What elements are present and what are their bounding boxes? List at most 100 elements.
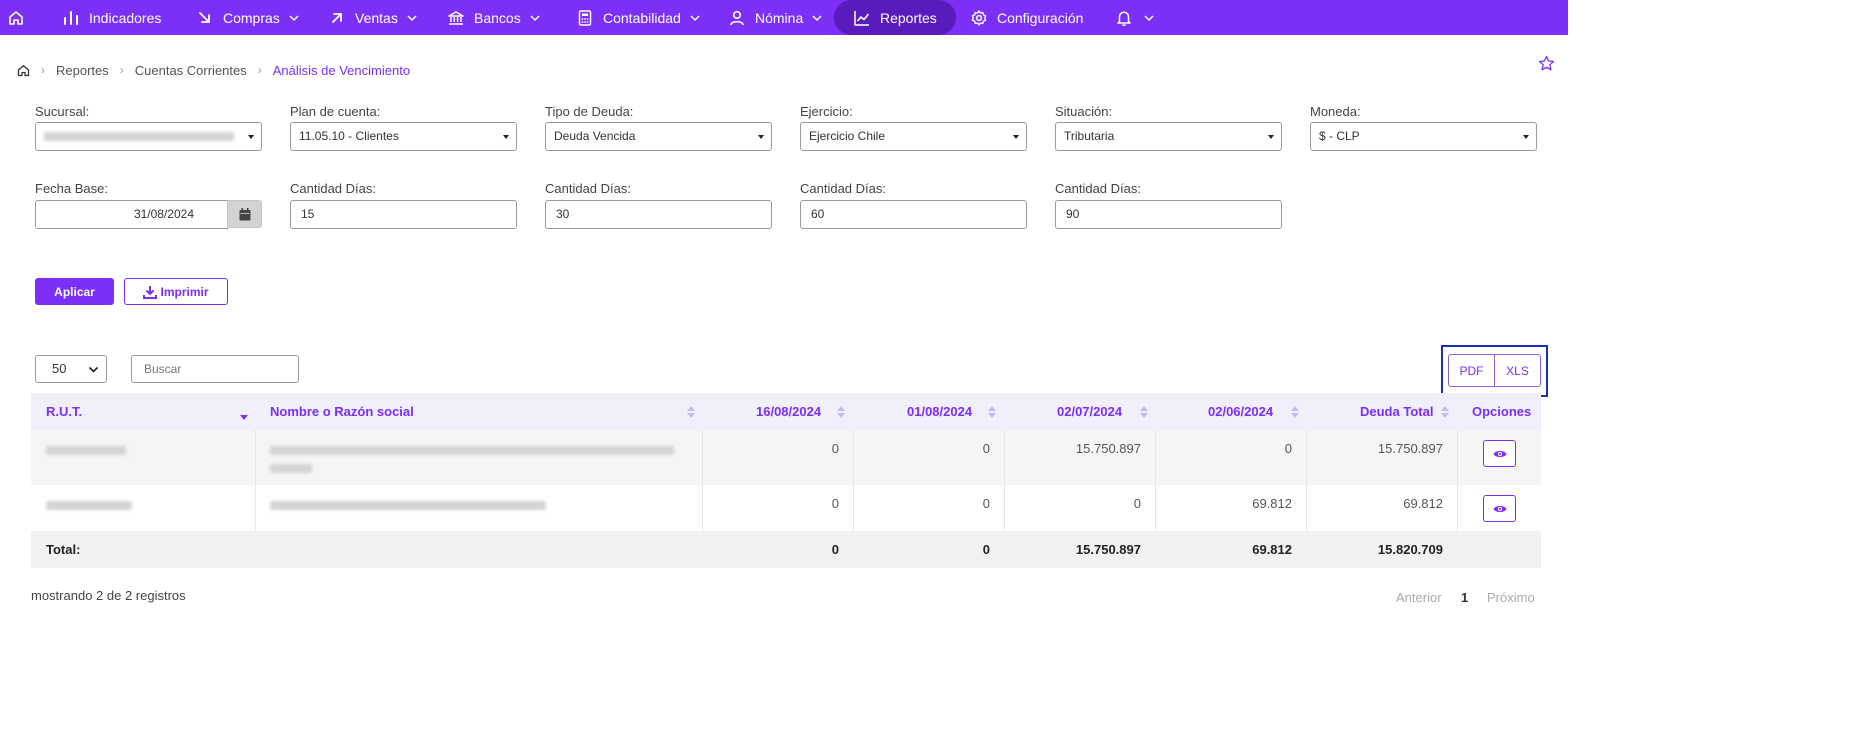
bar-chart-icon [62, 9, 80, 27]
column-divider [853, 430, 854, 531]
situacion-select[interactable]: Tributaria [1055, 122, 1282, 151]
download-icon [143, 285, 158, 299]
sort-icon[interactable] [1441, 406, 1449, 418]
total-d4: 69.812 [1252, 542, 1292, 557]
home-icon[interactable] [7, 9, 25, 27]
sort-icon[interactable] [1291, 406, 1299, 418]
line-chart-icon [853, 9, 871, 27]
arrow-up-right-icon [328, 9, 346, 27]
col-02-07-2024[interactable]: 02/07/2024 [1057, 393, 1122, 430]
bell-icon [1115, 9, 1133, 27]
dias-4-input[interactable]: 90 [1055, 200, 1282, 229]
nombre-redacted [270, 442, 674, 457]
page-length-value: 50 [52, 361, 67, 376]
home-icon[interactable] [17, 64, 30, 77]
view-button[interactable] [1483, 440, 1516, 467]
chevron-down-icon [88, 364, 99, 375]
cell-d2: 0 [982, 496, 990, 511]
dias-1-input[interactable]: 15 [290, 200, 517, 229]
col-rut[interactable]: R.U.T. [46, 393, 82, 430]
records-info: mostrando 2 de 2 registros [31, 588, 186, 603]
ejercicio-select[interactable]: Ejercicio Chile [800, 122, 1027, 151]
view-button[interactable] [1483, 495, 1516, 522]
nav-reportes-label: Reportes [880, 9, 937, 26]
pagination-next[interactable]: Próximo [1487, 590, 1535, 605]
nav-reportes[interactable]: Reportes [834, 0, 956, 35]
dias-2-input[interactable]: 30 [545, 200, 772, 229]
tipo-deuda-select[interactable]: Deuda Vencida [545, 122, 772, 151]
tipo-deuda-value: Deuda Vencida [554, 129, 636, 143]
breadcrumb-separator-icon: › [41, 63, 45, 77]
nav-contabilidad-label: Contabilidad [603, 9, 681, 26]
dias-3-input[interactable]: 60 [800, 200, 1027, 229]
nav-nomina[interactable]: Nómina [728, 0, 823, 35]
caret-down-icon [1523, 135, 1529, 139]
moneda-value: $ - CLP [1319, 129, 1360, 143]
dias-2-label: Cantidad Días: [545, 181, 631, 196]
sucursal-value-redacted [44, 132, 234, 142]
pagination-page-1[interactable]: 1 [1461, 590, 1468, 605]
calendar-icon [239, 207, 251, 221]
sort-icon[interactable] [687, 406, 695, 418]
col-deuda-total[interactable]: Deuda Total [1360, 393, 1433, 430]
nav-contabilidad[interactable]: Contabilidad [576, 0, 701, 35]
col-16-08-2024[interactable]: 16/08/2024 [756, 393, 821, 430]
sucursal-select[interactable] [35, 122, 262, 151]
apply-button[interactable]: Aplicar [35, 278, 114, 305]
cell-d1: 0 [831, 496, 839, 511]
plan-cuenta-select[interactable]: 11.05.10 - Clientes [290, 122, 517, 151]
table-row: 0 0 0 69.812 69.812 [31, 485, 1541, 531]
top-nav: Indicadores Compras Ventas Bancos Contab… [0, 0, 1568, 35]
fecha-base-input[interactable]: 31/08/2024 [35, 200, 228, 229]
export-xls-button[interactable]: XLS [1494, 354, 1541, 387]
chevron-down-icon [811, 12, 823, 24]
nav-notifications[interactable] [1115, 0, 1155, 35]
breadcrumb-cuentas-corrientes[interactable]: Cuentas Corrientes [135, 63, 247, 78]
plan-cuenta-label: Plan de cuenta: [290, 104, 381, 119]
export-pdf-button[interactable]: PDF [1448, 354, 1495, 387]
caret-down-icon [248, 135, 254, 139]
column-divider [1306, 430, 1307, 531]
col-nombre[interactable]: Nombre o Razón social [270, 393, 414, 430]
ejercicio-label: Ejercicio: [800, 104, 853, 119]
dias-4-label: Cantidad Días: [1055, 181, 1141, 196]
cell-total: 69.812 [1403, 496, 1443, 511]
col-opciones: Opciones [1472, 404, 1532, 419]
nav-bancos[interactable]: Bancos [447, 0, 541, 35]
caret-down-icon [758, 135, 764, 139]
search-input[interactable]: Buscar [131, 355, 299, 383]
breadcrumb-reportes[interactable]: Reportes [56, 63, 109, 78]
table-row: 0 0 15.750.897 0 15.750.897 [31, 430, 1541, 485]
column-divider [702, 430, 703, 531]
sort-icon[interactable] [837, 406, 845, 418]
sort-icon[interactable] [1140, 406, 1148, 418]
nav-configuracion[interactable]: Configuración [970, 0, 1083, 35]
nav-bancos-label: Bancos [474, 9, 521, 26]
breadcrumb: › Reportes › Cuentas Corrientes › Anális… [17, 62, 410, 78]
nav-compras[interactable]: Compras [196, 0, 300, 35]
breadcrumb-separator-icon: › [257, 63, 262, 77]
caret-down-icon [1268, 135, 1274, 139]
total-d2: 0 [982, 542, 990, 557]
chevron-down-icon [288, 12, 300, 24]
pagination-prev[interactable]: Anterior [1396, 590, 1442, 605]
print-button[interactable]: Imprimir [124, 278, 228, 305]
nav-configuracion-label: Configuración [997, 9, 1084, 26]
moneda-select[interactable]: $ - CLP [1310, 122, 1537, 151]
col-02-06-2024[interactable]: 02/06/2024 [1208, 393, 1273, 430]
nav-indicadores[interactable]: Indicadores [62, 0, 161, 35]
sort-icon[interactable] [988, 406, 996, 418]
page-length-select[interactable]: 50 [35, 355, 107, 383]
caret-down-icon [503, 135, 509, 139]
cell-d2: 0 [982, 441, 990, 456]
nav-ventas[interactable]: Ventas [328, 0, 418, 35]
favorite-star-icon[interactable] [1538, 55, 1555, 72]
sort-desc-icon[interactable] [240, 409, 248, 421]
col-01-08-2024[interactable]: 01/08/2024 [907, 393, 972, 430]
bank-icon [447, 9, 465, 27]
chevron-down-icon [406, 12, 418, 24]
tipo-deuda-label: Tipo de Deuda: [545, 104, 634, 119]
calendar-button[interactable] [227, 200, 262, 228]
column-divider [1457, 430, 1458, 531]
situacion-label: Situación: [1055, 104, 1113, 119]
